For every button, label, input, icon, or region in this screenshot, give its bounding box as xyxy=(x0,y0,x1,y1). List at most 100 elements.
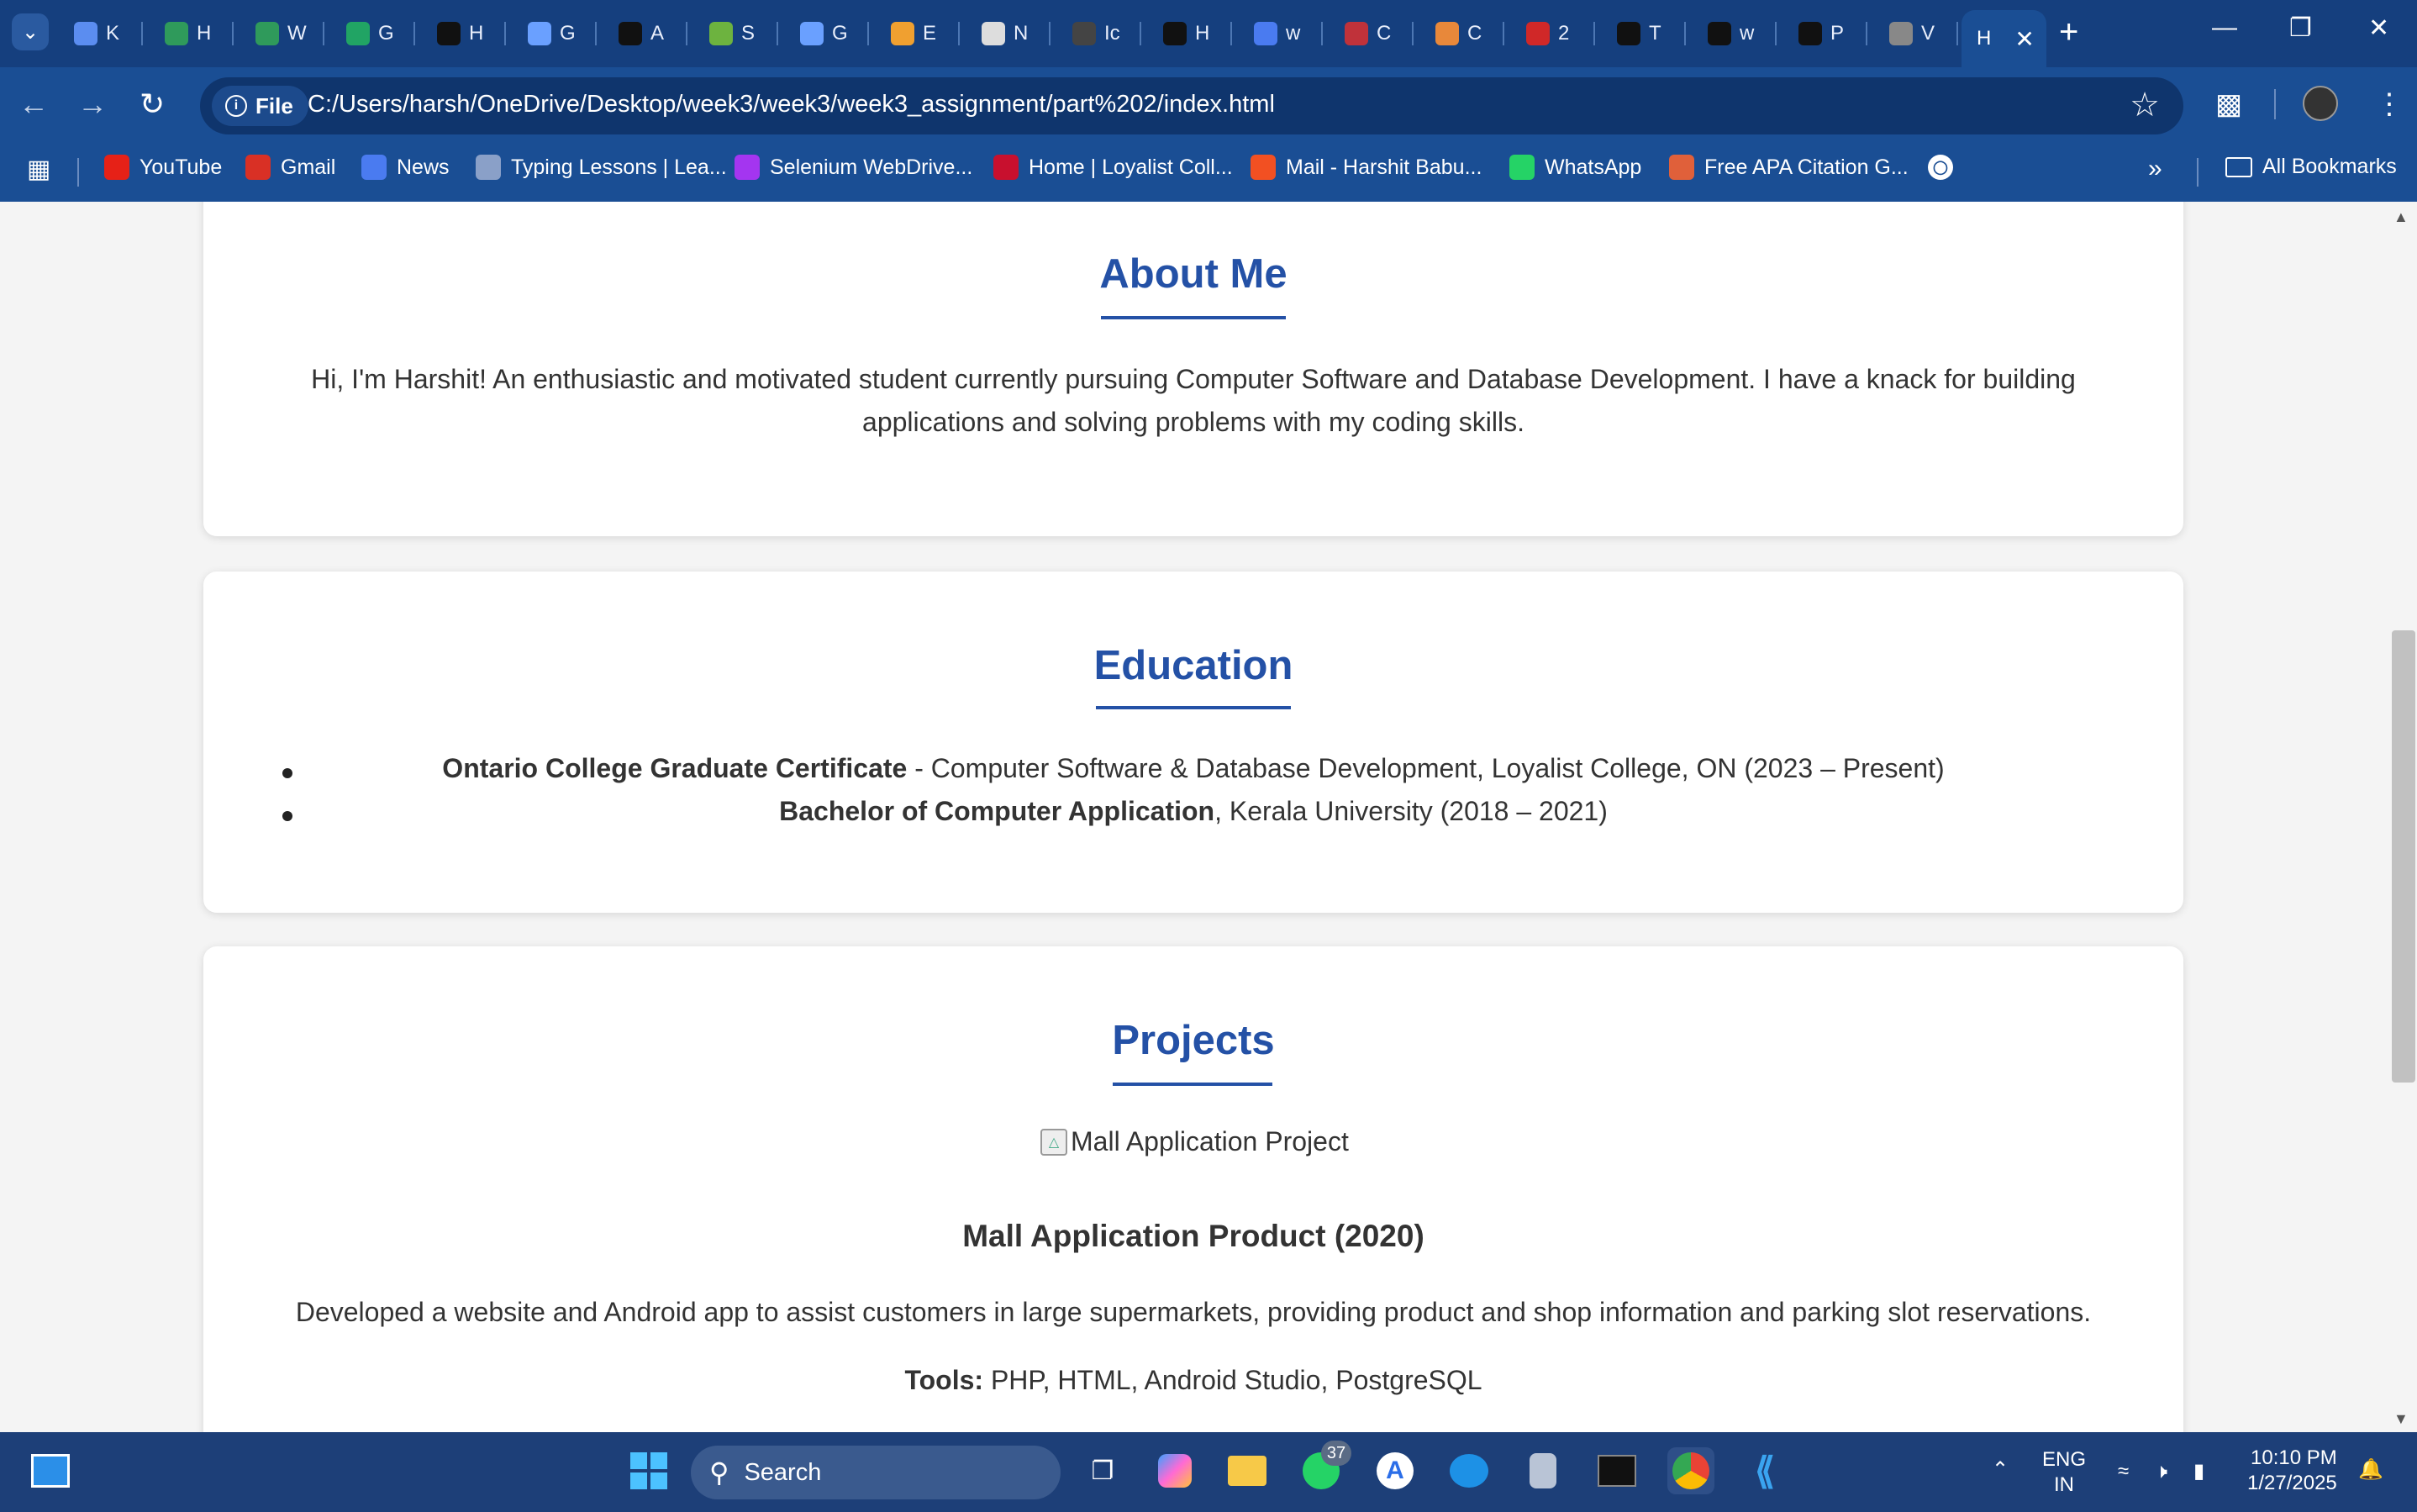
forward-button[interactable]: → xyxy=(77,87,108,121)
widgets-icon[interactable] xyxy=(27,1447,74,1494)
tab[interactable]: P xyxy=(1783,10,1844,57)
tab[interactable]: H xyxy=(1148,10,1209,57)
tray-chevron-icon[interactable]: ⌃ xyxy=(1992,1457,2009,1483)
database-icon[interactable] xyxy=(1519,1447,1567,1494)
projects-card: Projects △ Mall Application Project Mall… xyxy=(203,946,2183,1432)
terminal-icon[interactable] xyxy=(1593,1447,1640,1494)
tab-title: C xyxy=(1467,22,1482,45)
bookmark-star-icon[interactable]: ☆ xyxy=(2130,86,2160,124)
tab-title: V xyxy=(1921,22,1935,45)
tab-separator xyxy=(413,22,415,45)
bookmark-item[interactable]: Mail - Harshit Babu... xyxy=(1251,155,1482,180)
volume-icon[interactable]: 🕨 xyxy=(2155,1459,2167,1484)
tab[interactable]: G xyxy=(331,10,394,57)
extensions-icon[interactable]: ▩ xyxy=(2215,87,2242,121)
tab-separator xyxy=(777,22,778,45)
tab[interactable]: E xyxy=(876,10,936,57)
bookmark-item[interactable]: Free APA Citation G... xyxy=(1669,155,1909,180)
docs-icon xyxy=(1254,22,1277,45)
tab[interactable]: V xyxy=(1874,10,1935,57)
site-info-chip[interactable]: i File xyxy=(212,86,308,126)
docker-icon[interactable] xyxy=(1445,1447,1493,1494)
arrow-right-icon: → xyxy=(77,87,108,121)
tab-separator xyxy=(1684,22,1686,45)
bookmark-item[interactable]: Selenium WebDrive... xyxy=(735,155,972,180)
tab[interactable]: N xyxy=(966,10,1028,57)
bookmark-item[interactable]: Gmail xyxy=(245,155,335,180)
tab[interactable]: 2 xyxy=(1511,10,1569,57)
bookmark-item[interactable]: YouTube xyxy=(104,155,222,180)
restore-button[interactable]: ❐ xyxy=(2289,13,2312,43)
address-bar[interactable]: i File C:/Users/harsh/OneDrive/Desktop/w… xyxy=(200,77,2183,134)
project-name: Mall Application Product (2020) xyxy=(962,1219,1424,1253)
chrome-icon[interactable] xyxy=(1667,1447,1714,1494)
copilot-icon[interactable] xyxy=(1151,1447,1198,1494)
tab[interactable]: w xyxy=(1239,10,1300,57)
page-viewport: About Me Hi, I'm Harshit! An enthusiasti… xyxy=(0,202,2417,1432)
tab[interactable]: S xyxy=(694,10,755,57)
tab[interactable]: Ic xyxy=(1057,10,1120,57)
bookmark-item[interactable]: Home | Loyalist Coll... xyxy=(993,155,1233,180)
bookmark-item[interactable]: News xyxy=(361,155,450,180)
tab[interactable]: K xyxy=(59,10,119,57)
tab-active[interactable]: H ✕ xyxy=(1962,10,2046,67)
app-store-icon[interactable]: A xyxy=(1372,1447,1419,1494)
tab[interactable]: G xyxy=(785,10,848,57)
citation-icon xyxy=(1669,155,1694,180)
close-window-button[interactable]: ✕ xyxy=(2368,13,2389,43)
wifi-icon[interactable]: ≈ xyxy=(2118,1459,2129,1484)
new-tab-button[interactable]: + xyxy=(2059,15,2078,49)
tab[interactable]: T xyxy=(1602,10,1661,57)
github-icon xyxy=(1708,22,1731,45)
profile-avatar[interactable] xyxy=(2303,86,2338,121)
battery-icon[interactable]: ▮ xyxy=(2193,1459,2204,1484)
minimize-button[interactable]: — xyxy=(2212,13,2237,42)
reload-button[interactable]: ↻ xyxy=(140,87,165,121)
url-text[interactable]: C:/Users/harsh/OneDrive/Desktop/week3/we… xyxy=(308,91,1275,119)
apps-grid-icon[interactable]: ▦ xyxy=(27,155,50,184)
taskbar-search[interactable]: ⚲ Search xyxy=(691,1446,1061,1499)
tab[interactable]: H xyxy=(150,10,211,57)
scroll-up-icon[interactable]: ▲ xyxy=(2393,208,2409,226)
tab[interactable]: W xyxy=(240,10,307,57)
language-indicator[interactable]: ENG IN xyxy=(2042,1447,2086,1498)
tab[interactable]: G xyxy=(513,10,576,57)
file-explorer-icon[interactable] xyxy=(1224,1447,1271,1494)
clock[interactable]: 10:10 PM 1/27/2025 xyxy=(2247,1446,2337,1496)
start-icon[interactable] xyxy=(625,1447,672,1494)
globe-bookmark-icon[interactable]: ◯ xyxy=(1928,155,1953,180)
project-image-alt: Mall Application Project xyxy=(1071,1126,1349,1156)
close-tab-icon[interactable]: ✕ xyxy=(2014,25,2034,53)
tab-search-button[interactable]: ⌄ xyxy=(12,13,49,50)
tab[interactable]: H xyxy=(422,10,483,57)
scroll-down-icon[interactable]: ▼ xyxy=(2393,1410,2409,1428)
tab-title: H xyxy=(1977,27,1992,50)
more-bookmarks-icon[interactable]: » xyxy=(2148,155,2162,183)
openai-icon xyxy=(619,22,642,45)
tab[interactable]: w xyxy=(1693,10,1754,57)
bookmark-item[interactable]: Typing Lessons | Lea... xyxy=(476,155,727,180)
menu-kebab-icon[interactable]: ⋮ xyxy=(2375,87,2404,121)
scrollbar-thumb[interactable] xyxy=(2392,630,2415,1083)
tab-title: K xyxy=(106,22,120,45)
tab[interactable]: A xyxy=(603,10,664,57)
project-image: △ Mall Application Project xyxy=(1040,1126,1349,1157)
back-button[interactable]: ← xyxy=(18,87,49,121)
tab-separator xyxy=(1503,22,1504,45)
tab-separator xyxy=(1321,22,1323,45)
notification-bell-icon[interactable]: 🔔 xyxy=(2358,1457,2383,1483)
task-view-icon[interactable]: ❐ xyxy=(1079,1447,1126,1494)
tab-separator xyxy=(686,22,687,45)
bookmark-item[interactable]: WhatsApp xyxy=(1509,155,1641,180)
tab-title: G xyxy=(560,22,576,45)
whatsapp-icon xyxy=(1509,155,1535,180)
tab-title: T xyxy=(1649,22,1661,45)
site-info-label: File xyxy=(255,92,293,119)
education-item-details: , Kerala University (2018 – 2021) xyxy=(1214,796,1608,826)
vscode-icon[interactable]: ⟪ xyxy=(1741,1447,1788,1494)
search-icon: ⚲ xyxy=(709,1457,729,1488)
tab[interactable]: C xyxy=(1420,10,1482,57)
tab[interactable]: C xyxy=(1330,10,1391,57)
all-bookmarks-button[interactable]: All Bookmarks xyxy=(2225,155,2397,179)
news-icon xyxy=(361,155,387,180)
